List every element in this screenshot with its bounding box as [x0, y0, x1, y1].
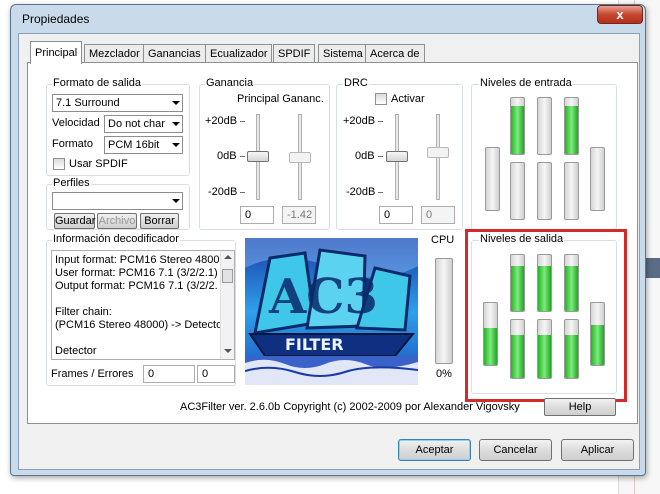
input-meter-fill — [565, 106, 578, 154]
gain-label: Ganancia — [205, 77, 255, 89]
window-title: Propiedades — [22, 12, 90, 26]
drc-label: DRC — [343, 77, 369, 89]
input-meter — [564, 162, 579, 220]
drc-slider-thumb[interactable] — [386, 151, 408, 162]
pcm-format-combo[interactable]: PCM 16bit — [104, 136, 183, 154]
ac3filter-logo-art: AC3 FILTER — [245, 238, 418, 385]
gain-tick-top: +20dB — [205, 115, 238, 127]
input-meter — [510, 162, 525, 220]
tab-sistema[interactable]: Sistema — [318, 44, 368, 63]
gain-tick-mark — [240, 192, 245, 193]
decoder-info-line: Filter chain: — [55, 306, 112, 318]
frames-errors-label: Frames / Errores — [51, 368, 134, 380]
cpu-meter — [435, 258, 453, 364]
drc-tick-mark — [378, 121, 383, 122]
scroll-up-icon[interactable] — [224, 255, 232, 259]
main-gain-field[interactable]: 0 — [240, 206, 274, 224]
cpu-label: CPU — [431, 234, 455, 246]
highlight-box — [465, 229, 627, 402]
frames-field: 0 — [143, 365, 195, 383]
second-gain-slider-thumb[interactable] — [289, 152, 311, 163]
input-levels-label: Niveles de entrada — [479, 77, 573, 89]
logo-text: AC3 — [268, 269, 378, 325]
ac3filter-logo: AC3 FILTER — [245, 238, 418, 385]
input-meter — [590, 147, 605, 211]
input-meter-fill — [511, 106, 524, 154]
pcm-format-value: PCM 16bit — [108, 139, 160, 151]
speed-value: Do not char — [108, 118, 165, 130]
drc-tick-bot: -20dB — [346, 186, 376, 198]
drc-second-field[interactable]: 0 — [421, 206, 455, 224]
decoder-info-line: Input format: PCM16 Stereo 48000 — [55, 254, 226, 266]
drc-tick-top: +20dB — [343, 115, 376, 127]
tab-principal[interactable]: Principal — [30, 41, 83, 64]
drc-activate-checkbox[interactable] — [375, 93, 387, 105]
input-meter — [564, 97, 579, 155]
save-profile-button[interactable]: Guardar — [54, 213, 95, 229]
use-spdif-label: Usar SPDIF — [69, 158, 128, 170]
decoder-info-line: (PCM16 Stereo 48000) -> Detecto — [55, 319, 223, 331]
input-meter — [537, 162, 552, 220]
drc-main-field[interactable]: 0 — [379, 206, 413, 224]
decoder-info-scrollbar[interactable] — [220, 251, 234, 359]
chevron-down-icon — [172, 122, 180, 126]
input-meter — [510, 97, 525, 155]
output-format-value: 7.1 Surround — [56, 97, 120, 109]
chevron-down-icon — [172, 101, 180, 105]
profiles-label: Perfiles — [52, 177, 91, 189]
close-button[interactable]: x — [597, 5, 643, 24]
gain-tick-bot: -20dB — [208, 186, 238, 198]
format-label: Formato — [52, 138, 93, 150]
decoder-info-label: Información decodificador — [52, 233, 180, 245]
scroll-thumb[interactable] — [222, 269, 233, 283]
tab-ganancias[interactable]: Ganancias — [143, 44, 206, 63]
scroll-down-icon[interactable] — [224, 349, 232, 353]
drc-tick-mark — [378, 192, 383, 193]
drc-tick-mid: 0dB — [355, 150, 375, 162]
output-format-combo[interactable]: 7.1 Surround — [52, 94, 183, 112]
cpu-value: 0% — [436, 368, 452, 380]
decoder-info-line: Detector — [55, 345, 97, 357]
decoder-info-line: User format: PCM16 7.1 (3/2/2.1) — [55, 267, 218, 279]
version-text: AC3Filter ver. 2.6.0b Copyright (c) 2002… — [180, 401, 520, 413]
gain-header: Principal Gananc. — [237, 93, 324, 105]
speed-combo[interactable]: Do not char — [104, 115, 183, 133]
use-spdif-checkbox[interactable] — [53, 158, 65, 170]
gain-tick-mid: 0dB — [217, 150, 237, 162]
output-format-label: Formato de salida — [52, 77, 143, 89]
drc-tick-mark — [378, 156, 383, 157]
speed-label: Velocidad — [52, 117, 100, 129]
cancel-button[interactable]: Cancelar — [479, 439, 552, 461]
input-meter — [537, 97, 552, 155]
chevron-down-icon — [172, 199, 180, 203]
profiles-combo[interactable] — [52, 192, 183, 210]
help-button[interactable]: Help — [544, 398, 616, 416]
tab-ecualizador[interactable]: Ecualizador — [205, 44, 273, 63]
tab-acerca-de[interactable]: Acerca de — [365, 44, 425, 63]
tab-spdif[interactable]: SPDIF — [273, 44, 316, 63]
decoder-info-line: Output format: PCM16 7.1 (3/2/2. — [55, 280, 218, 292]
main-gain-slider-thumb[interactable] — [247, 151, 269, 162]
apply-button[interactable]: Aplicar — [561, 439, 634, 461]
accept-button[interactable]: Aceptar — [398, 439, 471, 461]
drc-level-slider-thumb[interactable] — [427, 147, 449, 158]
second-gain-field[interactable]: -1.42 — [282, 206, 316, 224]
logo-subtext: FILTER — [285, 335, 344, 354]
chevron-down-icon — [172, 143, 180, 147]
close-icon: x — [616, 7, 624, 22]
errors-field: 0 — [197, 365, 235, 383]
tab-mezclador[interactable]: Mezclador — [84, 44, 145, 63]
file-profile-button[interactable]: Archivo — [97, 213, 137, 229]
gain-tick-mark — [240, 156, 245, 157]
gain-tick-mark — [240, 121, 245, 122]
input-meter — [485, 147, 500, 211]
decoder-info-listbox[interactable]: Input format: PCM16 Stereo 48000 User fo… — [51, 250, 235, 360]
delete-profile-button[interactable]: Borrar — [140, 213, 179, 229]
drc-activate-label: Activar — [391, 93, 425, 105]
